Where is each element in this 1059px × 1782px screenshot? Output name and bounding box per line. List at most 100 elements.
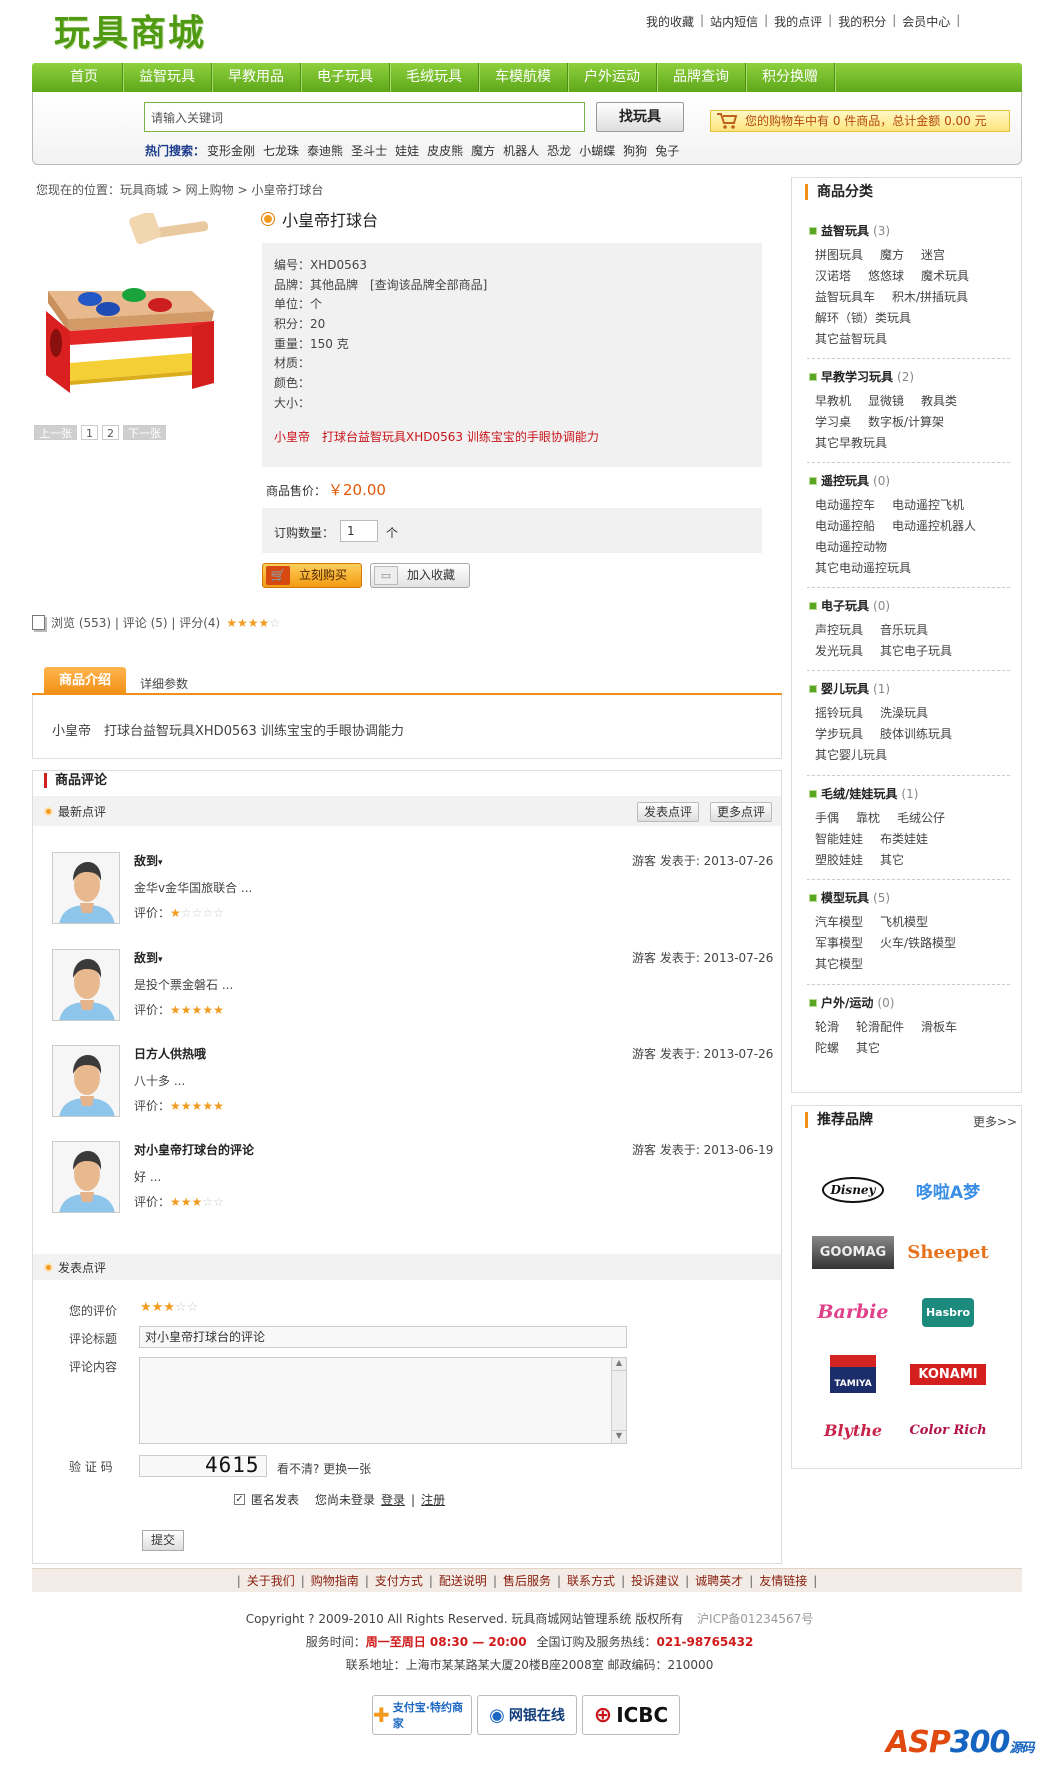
category-item[interactable]: 迷宫 bbox=[921, 245, 945, 266]
footer-link[interactable]: 购物指南 bbox=[311, 1572, 359, 1589]
category-item[interactable]: 魔方 bbox=[880, 245, 904, 266]
rate-stars-input[interactable]: ★★★☆☆ bbox=[140, 1300, 198, 1315]
nav-home[interactable]: 首页 bbox=[58, 63, 123, 92]
category-item[interactable]: 数字板/计算架 bbox=[868, 412, 944, 433]
nav-puzzle[interactable]: 益智玩具 bbox=[123, 63, 212, 92]
category-item[interactable]: 其它早教玩具 bbox=[815, 433, 887, 454]
category-item[interactable]: 汉诺塔 bbox=[815, 266, 851, 287]
top-link-messages[interactable]: 站内短信 bbox=[710, 13, 758, 30]
category-name[interactable]: 户外/运动 bbox=[821, 994, 873, 1011]
footer-link[interactable]: 配送说明 bbox=[439, 1572, 487, 1589]
brand-logo[interactable]: Barbie bbox=[805, 1290, 901, 1334]
nav-plush[interactable]: 毛绒玩具 bbox=[390, 63, 479, 92]
breadcrumb[interactable]: 您现在的位置：玩具商城 > 网上购物 > 小皇帝打球台 bbox=[36, 181, 323, 198]
category-heading[interactable]: 模型玩具 (5) bbox=[809, 889, 1009, 906]
top-link-points[interactable]: 我的积分 bbox=[838, 13, 886, 30]
register-link[interactable]: 注册 bbox=[421, 1491, 445, 1508]
category-item[interactable]: 洗澡玩具 bbox=[880, 703, 928, 724]
category-name[interactable]: 电子玩具 bbox=[821, 597, 869, 614]
category-heading[interactable]: 电子玩具 (0) bbox=[809, 597, 1009, 614]
category-item[interactable]: 轮滑配件 bbox=[856, 1017, 904, 1038]
category-item[interactable]: 悠悠球 bbox=[868, 266, 904, 287]
category-item[interactable]: 火车/铁路模型 bbox=[880, 933, 956, 954]
category-item[interactable]: 声控玩具 bbox=[815, 620, 863, 641]
hot-keyword[interactable]: 兔子 bbox=[655, 142, 679, 159]
category-item[interactable]: 陀螺 bbox=[815, 1038, 839, 1059]
nav-brands[interactable]: 品牌查询 bbox=[657, 63, 746, 92]
category-item[interactable]: 电动遥控船 bbox=[815, 516, 875, 537]
category-item[interactable]: 汽车模型 bbox=[815, 912, 863, 933]
category-name[interactable]: 益智玩具 bbox=[821, 222, 869, 239]
category-item[interactable]: 电动遥控动物 bbox=[815, 537, 887, 558]
hot-keyword[interactable]: 泰迪熊 bbox=[307, 142, 343, 159]
search-input[interactable] bbox=[144, 102, 585, 132]
cart-summary[interactable]: 您的购物车中有 0 件商品，总计金额 0.00 元 bbox=[710, 110, 1010, 132]
category-heading[interactable]: 遥控玩具 (0) bbox=[809, 472, 1009, 489]
category-item[interactable]: 轮滑 bbox=[815, 1017, 839, 1038]
category-name[interactable]: 毛绒/娃娃玩具 bbox=[821, 785, 897, 802]
category-item[interactable]: 智能娃娃 bbox=[815, 829, 863, 850]
category-item[interactable]: 电动遥控飞机 bbox=[892, 495, 964, 516]
hot-keyword[interactable]: 七龙珠 bbox=[263, 142, 299, 159]
category-item[interactable]: 魔术玩具 bbox=[921, 266, 969, 287]
anonymous-checkbox[interactable]: ✓ bbox=[234, 1494, 245, 1505]
category-name[interactable]: 早教学习玩具 bbox=[821, 368, 893, 385]
category-item[interactable]: 益智玩具车 bbox=[815, 287, 875, 308]
category-item[interactable]: 解环（锁）类玩具 bbox=[815, 308, 911, 329]
category-item[interactable]: 显微镜 bbox=[868, 391, 904, 412]
nav-points[interactable]: 积分换赠 bbox=[746, 63, 835, 92]
category-item[interactable]: 教具类 bbox=[921, 391, 957, 412]
reviewer-name[interactable]: 敌到▾ bbox=[134, 949, 163, 966]
search-button[interactable]: 找玩具 bbox=[596, 102, 684, 132]
category-item[interactable]: 布类娃娃 bbox=[880, 829, 928, 850]
captcha-refresh-link[interactable]: 看不清? 更换一张 bbox=[277, 1460, 371, 1477]
brand-logo[interactable]: Sheepet bbox=[900, 1230, 996, 1274]
image-page-2[interactable]: 2 bbox=[102, 425, 119, 440]
textarea-scrollbar[interactable]: ▲ ▼ bbox=[611, 1358, 626, 1443]
category-item[interactable]: 学习桌 bbox=[815, 412, 851, 433]
brand-logo[interactable]: KONAMI bbox=[900, 1352, 996, 1396]
tab-intro[interactable]: 商品介绍 bbox=[44, 667, 126, 695]
tab-params[interactable]: 详细参数 bbox=[140, 675, 188, 692]
brand-logo[interactable]: Disney bbox=[805, 1168, 901, 1212]
brand-more-link[interactable]: 更多>> bbox=[973, 1113, 1017, 1130]
category-item[interactable]: 毛绒公仔 bbox=[897, 808, 945, 829]
hot-keyword[interactable]: 魔方 bbox=[471, 142, 495, 159]
hot-keyword[interactable]: 圣斗士 bbox=[351, 142, 387, 159]
next-image-button[interactable]: 下一张 bbox=[123, 425, 166, 440]
captcha-image[interactable]: 4615 bbox=[205, 1453, 260, 1477]
category-name[interactable]: 婴儿玩具 bbox=[821, 680, 869, 697]
info-brand[interactable]: 品牌：其他品牌 [查询该品牌全部商品] bbox=[274, 276, 487, 293]
content-textarea[interactable] bbox=[139, 1357, 627, 1444]
post-review-button[interactable]: 发表点评 bbox=[637, 802, 700, 822]
footer-link[interactable]: 联系方式 bbox=[567, 1572, 615, 1589]
icp-text[interactable]: 沪ICP备01234567号 bbox=[697, 1612, 813, 1626]
category-item[interactable]: 早教机 bbox=[815, 391, 851, 412]
footer-link[interactable]: 诚聘英才 bbox=[695, 1572, 743, 1589]
category-item[interactable]: 手偶 bbox=[815, 808, 839, 829]
login-link[interactable]: 登录 bbox=[381, 1491, 405, 1508]
category-item[interactable]: 其它模型 bbox=[815, 954, 863, 975]
category-item[interactable]: 肢体训练玩具 bbox=[880, 724, 952, 745]
category-item[interactable]: 拼图玩具 bbox=[815, 245, 863, 266]
category-item[interactable]: 积木/拼插玩具 bbox=[892, 287, 968, 308]
category-item[interactable]: 电动遥控车 bbox=[815, 495, 875, 516]
hot-keyword[interactable]: 娃娃 bbox=[395, 142, 419, 159]
brand-logo[interactable]: Hasbro bbox=[900, 1290, 996, 1334]
category-item[interactable]: 其它 bbox=[880, 850, 904, 871]
hot-keyword[interactable]: 变形金刚 bbox=[207, 142, 255, 159]
hot-keyword[interactable]: 狗狗 bbox=[623, 142, 647, 159]
scroll-up-icon[interactable]: ▲ bbox=[612, 1358, 626, 1371]
submit-button[interactable]: 提交 bbox=[142, 1530, 184, 1551]
category-item[interactable]: 塑胶娃娃 bbox=[815, 850, 863, 871]
top-link-reviews[interactable]: 我的点评 bbox=[774, 13, 822, 30]
category-heading[interactable]: 婴儿玩具 (1) bbox=[809, 680, 1009, 697]
reviewer-name[interactable]: 日方人供热哦 bbox=[134, 1045, 206, 1062]
category-name[interactable]: 模型玩具 bbox=[821, 889, 869, 906]
footer-link[interactable]: 售后服务 bbox=[503, 1572, 551, 1589]
category-item[interactable]: 电动遥控机器人 bbox=[892, 516, 976, 537]
footer-link[interactable]: 友情链接 bbox=[759, 1572, 807, 1589]
category-name[interactable]: 遥控玩具 bbox=[821, 472, 869, 489]
hot-keyword[interactable]: 皮皮熊 bbox=[427, 142, 463, 159]
category-item[interactable]: 摇铃玩具 bbox=[815, 703, 863, 724]
